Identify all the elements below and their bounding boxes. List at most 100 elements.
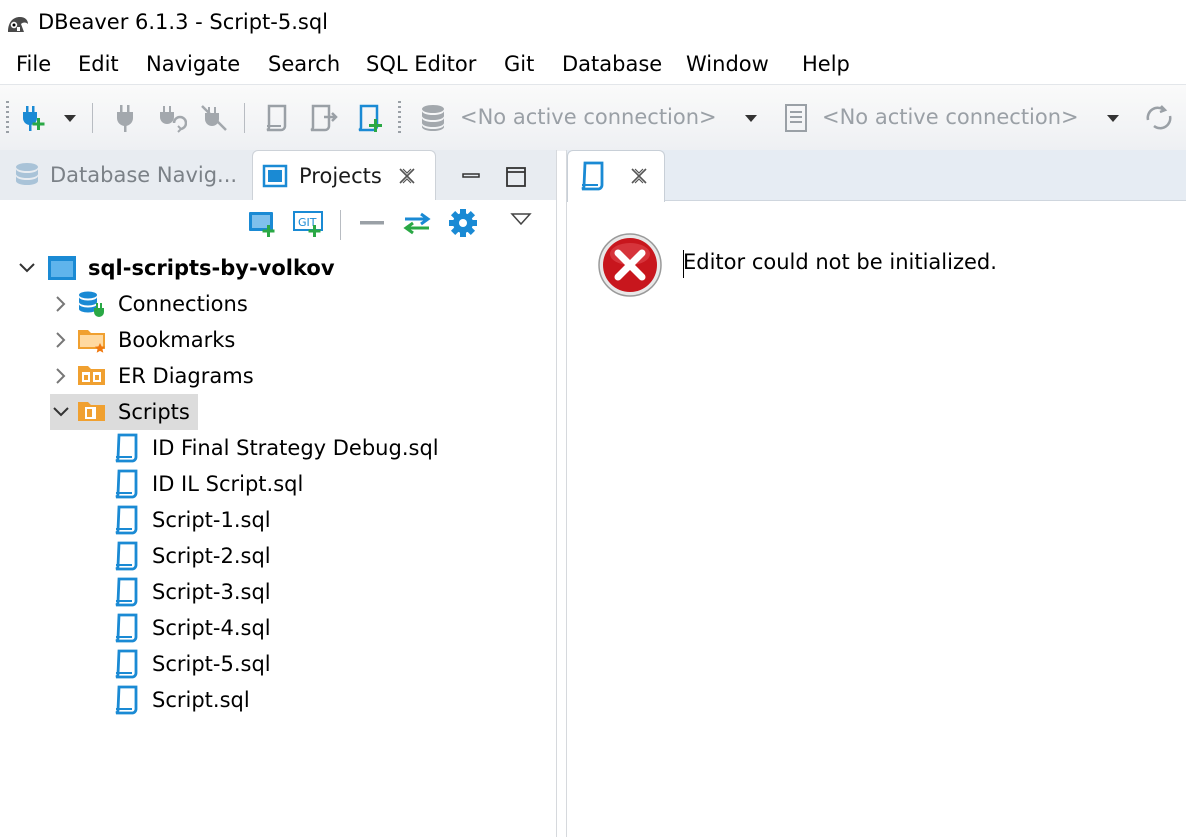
scripts-folder-icon bbox=[78, 402, 105, 421]
plug-disconnect-icon bbox=[201, 105, 227, 131]
er-diagram-folder-icon bbox=[78, 366, 105, 385]
editor-tab-strip bbox=[567, 150, 1186, 202]
sql-script-icon bbox=[581, 161, 604, 191]
tree-item-label: ID IL Script.sql bbox=[152, 472, 304, 496]
new-script-button[interactable] bbox=[352, 99, 388, 137]
tab-projects-label: Projects bbox=[299, 164, 382, 188]
projects-view-toolbar: GIT bbox=[0, 200, 556, 246]
chevron-down-icon[interactable] bbox=[16, 257, 38, 279]
tree-item-scripts[interactable]: Scripts bbox=[50, 394, 198, 430]
menu-file[interactable]: File bbox=[16, 52, 51, 76]
left-tab-strip: Database Navig... Projects bbox=[0, 150, 556, 201]
view-menu-button[interactable] bbox=[506, 200, 536, 238]
collapse-all-button[interactable] bbox=[356, 204, 388, 242]
maximize-view-button[interactable] bbox=[502, 158, 530, 196]
connection-combo-dropdown[interactable] bbox=[740, 99, 762, 137]
chevron-right-icon[interactable] bbox=[50, 329, 72, 351]
tree-item-label: Script-4.sql bbox=[152, 616, 271, 640]
triangle-down-icon bbox=[64, 115, 76, 122]
plug-refresh-icon bbox=[160, 106, 187, 133]
tree-item-script[interactable]: Script-2.sql bbox=[112, 538, 271, 574]
new-connection-dropdown[interactable] bbox=[60, 99, 80, 137]
menu-bar: File Edit Navigate Search SQL Editor Git… bbox=[0, 48, 1186, 84]
editor-error-message: Editor could not be initialized. bbox=[683, 250, 997, 274]
link-with-editor-button[interactable] bbox=[400, 204, 434, 242]
project-add-icon bbox=[249, 212, 275, 237]
tree-item-label: Bookmarks bbox=[118, 328, 236, 352]
tree-item-script[interactable]: Script.sql bbox=[112, 682, 250, 718]
tree-item-script[interactable]: Script-4.sql bbox=[112, 610, 271, 646]
script-add-icon bbox=[358, 104, 382, 132]
tree-item-label: ID Final Strategy Debug.sql bbox=[152, 436, 439, 460]
menu-database[interactable]: Database bbox=[562, 52, 662, 76]
sql-script-icon bbox=[266, 104, 287, 132]
project-folder-icon bbox=[48, 256, 76, 280]
triangle-down-icon bbox=[1107, 115, 1119, 122]
tree-item-label: Connections bbox=[118, 292, 248, 316]
collapse-all-icon bbox=[360, 221, 384, 225]
git-clone-button[interactable]: GIT bbox=[292, 204, 326, 242]
editor-area: Editor could not be initialized. bbox=[566, 150, 1186, 837]
git-add-icon: GIT bbox=[293, 211, 323, 237]
schema-icon-button[interactable] bbox=[782, 99, 810, 137]
gear-icon bbox=[449, 209, 477, 237]
create-project-button[interactable] bbox=[246, 204, 280, 242]
tree-item-label: Script-3.sql bbox=[152, 580, 271, 604]
transaction-icon bbox=[1146, 105, 1172, 130]
tab-database-navigator-label: Database Navig... bbox=[50, 163, 238, 187]
chevron-right-icon[interactable] bbox=[50, 293, 72, 315]
tree-item-bookmarks[interactable]: Bookmarks bbox=[50, 322, 235, 358]
tree-item-script[interactable]: Script-5.sql bbox=[112, 646, 271, 682]
transaction-mode-button[interactable] bbox=[1140, 99, 1180, 137]
menu-search[interactable]: Search bbox=[268, 52, 340, 76]
toolbar-grip[interactable] bbox=[6, 101, 9, 135]
datasource-icon-button[interactable] bbox=[416, 99, 450, 137]
tree-item-script[interactable]: Script-1.sql bbox=[112, 502, 271, 538]
open-recent-script-button[interactable] bbox=[306, 99, 342, 137]
active-schema-combo[interactable]: <No active connection> bbox=[822, 105, 1079, 129]
menu-window[interactable]: Window bbox=[686, 52, 769, 76]
toolbar-separator bbox=[92, 103, 93, 133]
triangle-down-icon bbox=[745, 115, 757, 122]
tree-item-label: Scripts bbox=[118, 400, 190, 424]
new-connection-button[interactable] bbox=[16, 99, 50, 137]
connect-button[interactable] bbox=[110, 99, 140, 137]
tree-item-project[interactable]: sql-scripts-by-volkov bbox=[16, 250, 335, 286]
menu-edit[interactable]: Edit bbox=[78, 52, 119, 76]
error-icon bbox=[598, 233, 662, 297]
disconnect-button[interactable] bbox=[198, 99, 230, 137]
schema-combo-dropdown[interactable] bbox=[1102, 99, 1124, 137]
maximize-icon bbox=[506, 167, 526, 187]
database-icon bbox=[16, 163, 38, 185]
chevron-down-icon[interactable] bbox=[50, 401, 72, 423]
close-icon[interactable] bbox=[628, 165, 650, 187]
tree-item-connections[interactable]: Connections bbox=[50, 286, 248, 322]
editor-tab-script[interactable] bbox=[567, 150, 665, 202]
chevron-right-icon[interactable] bbox=[50, 365, 72, 387]
toolbar-separator bbox=[340, 210, 341, 240]
menu-git[interactable]: Git bbox=[504, 52, 534, 76]
tree-item-script[interactable]: ID Final Strategy Debug.sql bbox=[112, 430, 439, 466]
tree-item-er-diagrams[interactable]: ER Diagrams bbox=[50, 358, 254, 394]
menu-help[interactable]: Help bbox=[802, 52, 850, 76]
configure-view-button[interactable] bbox=[446, 204, 480, 242]
minimize-view-button[interactable] bbox=[458, 158, 484, 196]
tree-item-script[interactable]: Script-3.sql bbox=[112, 574, 271, 610]
tab-database-navigator[interactable]: Database Navig... bbox=[12, 150, 237, 200]
menu-navigate[interactable]: Navigate bbox=[146, 52, 240, 76]
tree-item-label: Script-5.sql bbox=[152, 652, 271, 676]
tab-projects[interactable]: Projects bbox=[252, 150, 436, 201]
close-icon[interactable] bbox=[396, 165, 418, 187]
reconnect-button[interactable] bbox=[156, 99, 188, 137]
bookmarks-folder-icon bbox=[78, 330, 106, 353]
menu-sql-editor[interactable]: SQL Editor bbox=[366, 52, 476, 76]
script-arrow-icon bbox=[310, 104, 338, 132]
active-connection-combo[interactable]: <No active connection> bbox=[460, 105, 717, 129]
tree-item-label: Script.sql bbox=[152, 688, 250, 712]
toolbar-grip[interactable] bbox=[398, 101, 401, 135]
sql-script-icon bbox=[115, 649, 138, 679]
toolbar-separator bbox=[244, 103, 245, 133]
sql-editor-button[interactable] bbox=[260, 99, 292, 137]
tree-item-label: Script-1.sql bbox=[152, 508, 271, 532]
tree-item-script[interactable]: ID IL Script.sql bbox=[112, 466, 303, 502]
